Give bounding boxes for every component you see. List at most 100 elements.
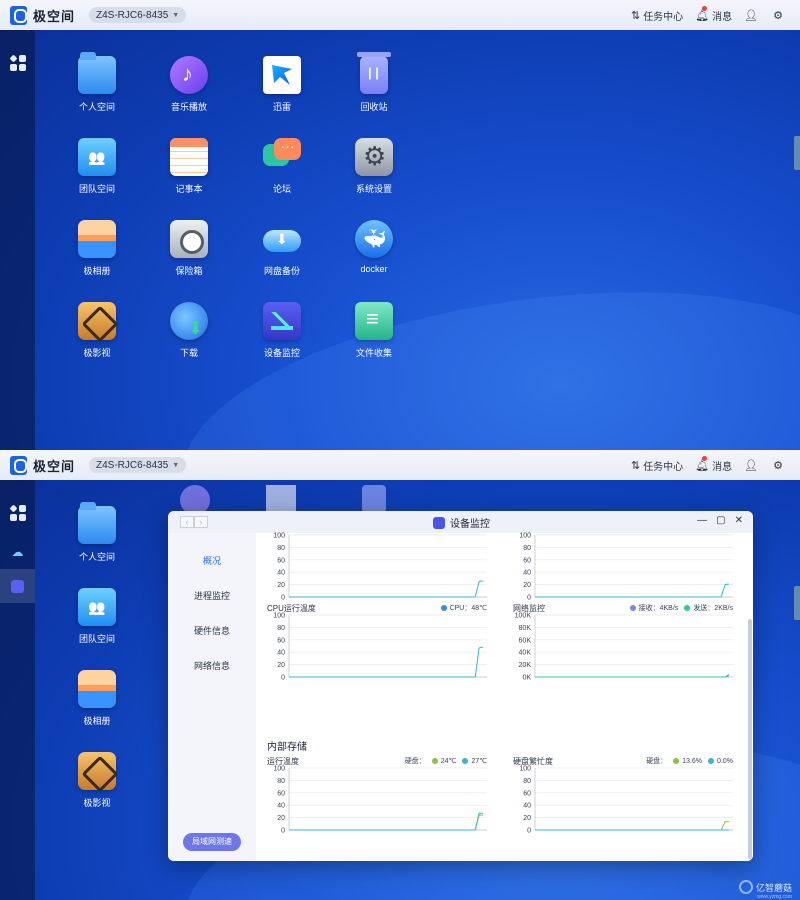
chart-plot: 100 80 60 40 20 0: [519, 533, 733, 602]
app-launcher-button[interactable]: [0, 46, 35, 80]
y-tick-label: 100K: [515, 613, 532, 620]
y-tick-label: 100: [519, 766, 531, 773]
watermark-logo-icon: [738, 880, 753, 894]
transfer-icon: ⇅: [630, 9, 641, 22]
y-tick-label: 80: [277, 778, 285, 785]
trash-icon: [357, 52, 391, 94]
app-label: 设备监控: [263, 348, 300, 358]
dock-cloud-backup[interactable]: ☁: [0, 535, 35, 569]
chart-5: 硬盘繁忙度 硬盘： 13.6% 0.0% 100 80 60 40 20 0: [513, 756, 733, 856]
tab-network-info[interactable]: 网络信息: [168, 649, 256, 684]
series-line: [535, 583, 730, 598]
desktop-app-monitor[interactable]: 设备监控: [237, 302, 327, 359]
forum-icon: [263, 138, 301, 176]
scrollbar[interactable]: [748, 619, 752, 859]
desktop-app-video[interactable]: 极影视: [52, 752, 142, 809]
app-launcher-button[interactable]: [0, 496, 35, 530]
task-center-button[interactable]: ⇅ 任务中心: [631, 8, 683, 23]
y-tick-label: 80: [277, 545, 285, 552]
y-tick-label: 40: [523, 570, 531, 577]
app-label: 极影视: [83, 798, 111, 808]
series-line: [289, 646, 484, 678]
brand-name: 极空间: [33, 458, 76, 474]
chart-plot: 100 80 60 40 20 0: [273, 533, 487, 602]
top-bar: 极空间 Z4S-RJC6-8435 ▼ ⇅ 任务中心 🔔︎ 消息 👤︎ ⚙: [0, 450, 800, 480]
settings-icon: [355, 138, 393, 176]
top-bar: 极空间 Z4S-RJC6-8435 ▼ ⇅ 任务中心 🔔︎ 消息 👤︎ ⚙: [0, 0, 800, 30]
gear-icon: ⚙: [773, 9, 783, 22]
y-tick-label: 80K: [519, 625, 532, 632]
desktop-app-collect[interactable]: 文件收集: [329, 302, 419, 359]
y-tick-label: 40K: [519, 650, 532, 657]
desktop-app-forum[interactable]: 论坛: [237, 138, 327, 195]
y-tick-label: 60: [523, 790, 531, 797]
desktop-app-trash[interactable]: 回收站: [329, 52, 419, 113]
desktop-app-cloud-backup[interactable]: 网盘备份: [237, 220, 327, 277]
desktop-app-music[interactable]: 音乐播放: [144, 56, 234, 113]
storage-section-title: 内部存储: [267, 742, 307, 753]
tab-overview[interactable]: 概况: [168, 544, 256, 579]
dock-device-monitor[interactable]: [0, 569, 35, 603]
messages-label: 消息: [712, 11, 733, 23]
y-tick-label: 60: [523, 557, 531, 564]
desktop-app-download[interactable]: 下载: [144, 302, 234, 359]
desktop-app-album[interactable]: 极相册: [52, 670, 142, 727]
desktop-app-settings[interactable]: 系统设置: [329, 138, 419, 195]
series-line: [289, 580, 484, 598]
tab-process-monitor[interactable]: 进程监控: [168, 579, 256, 614]
app-label: 系统设置: [355, 184, 392, 194]
back-button[interactable]: ‹: [180, 516, 194, 528]
close-button[interactable]: ✕: [735, 515, 743, 526]
transfer-icon: ⇅: [630, 459, 641, 472]
desktop-app-folder[interactable]: 个人空间: [52, 52, 142, 113]
desktop-app-notepad[interactable]: 记事本: [144, 138, 234, 195]
desktop-app-team-folder[interactable]: 团队空间: [52, 588, 142, 645]
device-selector[interactable]: Z4S-RJC6-8435 ▼: [89, 7, 187, 23]
team-folder-icon: [78, 588, 116, 626]
chevron-down-icon: ▼: [172, 461, 180, 469]
desktop-app-docker[interactable]: docker: [329, 220, 419, 274]
user-button[interactable]: 👤︎: [744, 9, 761, 22]
right-edge-handle[interactable]: [794, 136, 800, 170]
app-label: 网盘备份: [263, 266, 300, 276]
task-center-button[interactable]: ⇅ 任务中心: [631, 458, 683, 473]
user-button[interactable]: 👤︎: [744, 459, 761, 472]
tab-hardware-info[interactable]: 硬件信息: [168, 614, 256, 649]
app-label: 极影视: [83, 348, 111, 358]
album-icon: [78, 220, 116, 258]
series-line: [289, 812, 483, 831]
chart-3: 网络监控 接收：4KB/s 发送：2KB/s 100K 80K 60K 40K 20K 0K: [513, 603, 733, 703]
watermark: 亿智蘑菇 www.yzmg.com: [738, 880, 792, 900]
settings-button[interactable]: ⚙: [773, 9, 786, 22]
collect-icon: [355, 302, 393, 340]
lan-speed-test-button[interactable]: 局域网测速: [183, 833, 241, 851]
device-selector[interactable]: Z4S-RJC6-8435 ▼: [89, 457, 187, 473]
messages-button[interactable]: 🔔︎ 消息: [695, 5, 733, 23]
desktop-app-album[interactable]: 极相册: [52, 220, 142, 277]
y-tick-label: 40: [523, 803, 531, 810]
chart-2: CPU运行温度 CPU：48℃ 100 80 60 40 20 0: [267, 603, 487, 703]
task-center-label: 任务中心: [643, 11, 684, 23]
desktop-app-safe[interactable]: 保险箱: [144, 220, 234, 277]
window-sidebar: 概况 进程监控 硬件信息 网络信息 局域网测速: [168, 533, 256, 861]
brand-name: 极空间: [33, 8, 76, 24]
desktop-app-video[interactable]: 极影视: [52, 302, 142, 359]
messages-button[interactable]: 🔔︎ 消息: [695, 455, 732, 473]
series-line: [535, 821, 729, 831]
desktop-app-xunlei[interactable]: 迅雷: [237, 56, 327, 113]
app-label: 文件收集: [355, 348, 392, 358]
grid-icon: [9, 504, 26, 521]
grid-icon: [9, 54, 26, 71]
right-edge-handle[interactable]: [794, 586, 800, 620]
xunlei-icon: [263, 56, 301, 94]
left-dock: [0, 30, 35, 450]
settings-button[interactable]: ⚙: [773, 459, 786, 472]
forward-button[interactable]: ›: [194, 516, 208, 528]
watermark-url: www.yzmg.com: [757, 894, 792, 900]
y-tick-label: 40: [277, 803, 285, 810]
desktop-app-folder[interactable]: 个人空间: [52, 502, 142, 563]
desktop-app-team-folder[interactable]: 团队空间: [52, 138, 142, 195]
chart-plot: 100 80 60 40 20 0: [519, 766, 733, 835]
y-tick-label: 20K: [519, 662, 532, 669]
y-tick-label: 0: [281, 595, 285, 602]
